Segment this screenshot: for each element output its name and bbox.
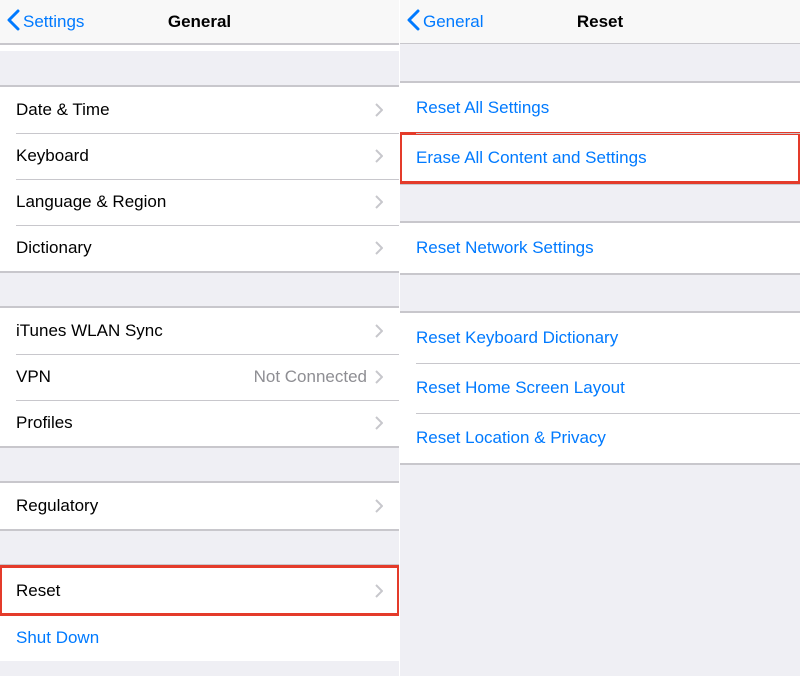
section-gap [400,44,800,82]
row-label: Profiles [16,413,375,433]
row-reset[interactable]: Reset [0,566,399,615]
back-label: Settings [23,12,84,32]
section-gap [400,464,800,502]
section-gap [400,184,800,222]
row-language-region[interactable]: Language & Region [0,179,399,225]
row-label: Language & Region [16,192,375,212]
back-to-settings[interactable]: Settings [6,0,84,44]
chevron-left-icon [406,9,423,36]
navbar-reset: General Reset [400,0,800,44]
group-reset-misc: Reset Keyboard Dictionary Reset Home Scr… [400,312,800,464]
row-label: Reset [16,581,375,601]
row-shut-down[interactable]: Shut Down [0,615,399,661]
section-gap [0,51,399,86]
reset-list: Reset All Settings Erase All Content and… [400,44,800,676]
row-label: Reset Keyboard Dictionary [416,328,784,348]
row-label: Date & Time [16,100,375,120]
row-reset-network-settings[interactable]: Reset Network Settings [400,223,800,273]
group-reset-network: Reset Network Settings [400,222,800,274]
screen-general: Settings General Date & Time Keyboard La… [0,0,400,676]
row-reset-location-privacy[interactable]: Reset Location & Privacy [400,413,800,463]
row-label: Reset Home Screen Layout [416,378,784,398]
group-reset-top: Reset All Settings Erase All Content and… [400,82,800,184]
row-value: Not Connected [254,367,367,387]
chevron-right-icon [375,416,383,430]
group-regulatory: Regulatory [0,482,399,530]
row-reset-home-screen-layout[interactable]: Reset Home Screen Layout [400,363,800,413]
two-screen-container: Settings General Date & Time Keyboard La… [0,0,800,676]
chevron-right-icon [375,103,383,117]
section-gap [0,530,399,565]
row-label: VPN [16,367,254,387]
row-dictionary[interactable]: Dictionary [0,225,399,271]
section-gap [0,272,399,307]
row-date-time[interactable]: Date & Time [0,87,399,133]
chevron-right-icon [375,370,383,384]
row-label: iTunes WLAN Sync [16,321,375,341]
page-title-reset: Reset [577,12,623,32]
chevron-right-icon [375,241,383,255]
row-label: Reset Network Settings [416,238,784,258]
section-gap [400,274,800,312]
cutoff-row [0,44,399,51]
chevron-right-icon [375,499,383,513]
back-label: General [423,12,483,32]
row-label: Keyboard [16,146,375,166]
screen-reset: General Reset Reset All Settings Erase A… [400,0,800,676]
chevron-right-icon [375,324,383,338]
navbar-general: Settings General [0,0,399,44]
row-label: Regulatory [16,496,375,516]
row-vpn[interactable]: VPN Not Connected [0,354,399,400]
row-label: Dictionary [16,238,375,258]
row-label: Reset All Settings [416,98,784,118]
page-title-general: General [168,12,231,32]
row-keyboard[interactable]: Keyboard [0,133,399,179]
chevron-right-icon [375,195,383,209]
row-regulatory[interactable]: Regulatory [0,483,399,529]
row-label: Erase All Content and Settings [416,148,784,168]
general-list: Date & Time Keyboard Language & Region D… [0,44,399,676]
row-profiles[interactable]: Profiles [0,400,399,446]
section-gap [0,447,399,482]
group-sync: iTunes WLAN Sync VPN Not Connected Profi… [0,307,399,447]
row-label: Reset Location & Privacy [416,428,784,448]
chevron-right-icon [375,584,383,598]
back-to-general[interactable]: General [406,0,483,44]
row-reset-all-settings[interactable]: Reset All Settings [400,83,800,133]
chevron-right-icon [375,149,383,163]
row-reset-keyboard-dictionary[interactable]: Reset Keyboard Dictionary [400,313,800,363]
row-label: Shut Down [16,628,383,648]
group-locale: Date & Time Keyboard Language & Region D… [0,86,399,272]
row-erase-all-content[interactable]: Erase All Content and Settings [400,133,800,183]
chevron-left-icon [6,9,23,36]
group-reset: Reset Shut Down [0,565,399,661]
row-itunes-wlan-sync[interactable]: iTunes WLAN Sync [0,308,399,354]
